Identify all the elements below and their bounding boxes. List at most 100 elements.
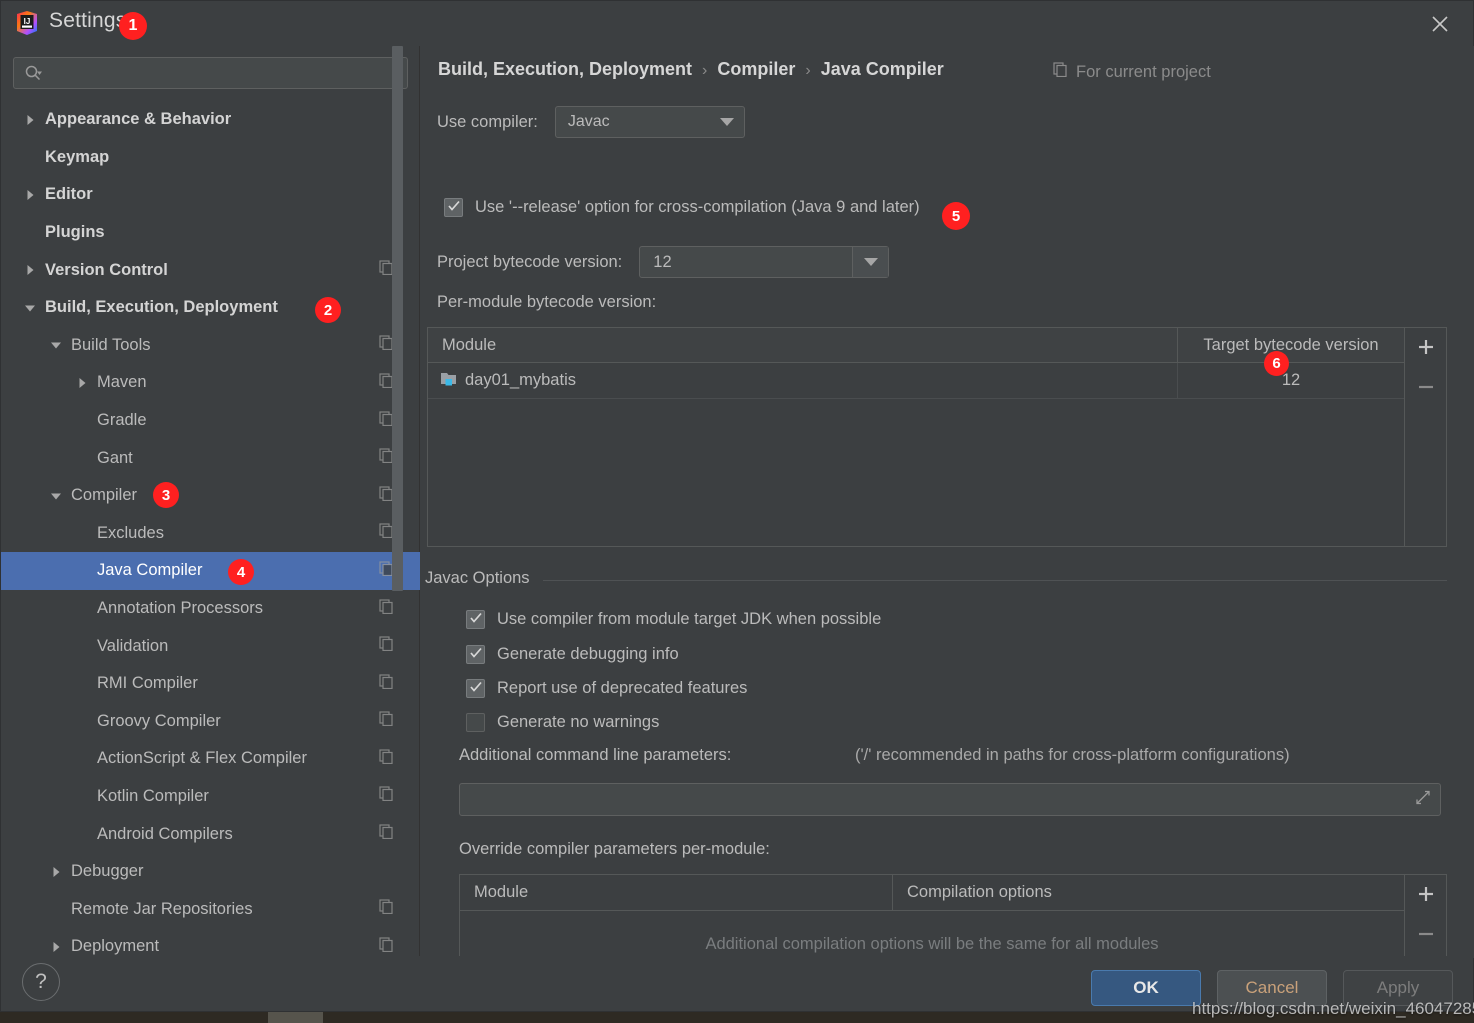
sidebar-item-deployment[interactable]: Deployment [1,928,420,958]
breadcrumb-item-compiler[interactable]: Compiler [717,59,795,80]
sidebar-scrollbar-track[interactable] [392,46,411,903]
module-icon [440,370,457,392]
sidebar-item-version-control[interactable]: Version Control [1,251,420,289]
column-header-module[interactable]: Module [460,875,893,910]
sidebar-item-plugins[interactable]: Plugins [1,214,420,252]
copy-settings-icon[interactable] [379,636,394,656]
option-label: Use compiler from module target JDK when… [497,610,882,628]
use-compiler-row: Use compiler: Javac [437,106,745,138]
table-row[interactable]: day01_mybatis 12 [428,363,1404,399]
option-checkbox[interactable] [466,610,485,629]
triangle-right-icon[interactable] [23,263,37,277]
option-checkbox[interactable] [466,679,485,698]
help-button[interactable]: ? [22,963,60,1001]
release-option-checkbox[interactable] [444,198,463,217]
additional-params-input[interactable] [459,783,1441,816]
project-bytecode-label: Project bytecode version: [437,252,623,271]
column-header-module[interactable]: Module [428,328,1178,362]
sidebar-item-keymap[interactable]: Keymap [1,139,420,177]
column-header-compilation-options[interactable]: Compilation options [893,875,1404,910]
use-compiler-value: Javac [567,113,610,130]
for-current-project-label: For current project [1076,62,1211,81]
triangle-right-icon[interactable] [75,376,89,390]
triangle-right-icon[interactable] [23,113,37,127]
copy-settings-icon[interactable] [379,899,394,919]
per-module-bytecode-label: Per-module bytecode version: [437,293,657,311]
copy-settings-icon[interactable] [379,711,394,731]
expand-icon[interactable] [1413,787,1433,812]
minus-icon[interactable] [1413,374,1439,400]
sidebar-item-annotation-processors[interactable]: Annotation Processors [1,590,420,628]
plus-icon[interactable] [1413,334,1439,360]
option-use-compiler-from-jdk[interactable]: Use compiler from module target JDK when… [466,610,881,629]
copy-settings-icon[interactable] [379,786,394,806]
option-checkbox[interactable] [466,713,485,732]
sidebar-item-actionscript-flex-compiler[interactable]: ActionScript & Flex Compiler [1,740,420,778]
search-input[interactable] [43,65,407,81]
sidebar-scrollbar-thumb[interactable] [392,46,403,591]
intellij-idea-logo-icon: IJ [13,9,41,37]
cell-target-bytecode[interactable]: 12 [1178,363,1404,398]
sidebar-item-kotlin-compiler[interactable]: Kotlin Compiler [1,778,420,816]
sidebar-item-debugger[interactable]: Debugger [1,853,420,891]
triangle-down-icon[interactable] [23,301,37,315]
sidebar-item-label: Build, Execution, Deployment [45,298,278,317]
copy-settings-icon[interactable] [379,937,394,957]
triangle-down-icon[interactable] [49,489,63,503]
use-compiler-select[interactable]: Javac [554,106,745,138]
sidebar-item-label: Annotation Processors [97,599,264,618]
override-table-header: Module Compilation options [460,875,1404,911]
option-report-deprecated[interactable]: Report use of deprecated features [466,679,747,698]
option-checkbox[interactable] [466,645,485,664]
breadcrumb-item-build[interactable]: Build, Execution, Deployment [438,59,692,80]
sidebar-item-groovy-compiler[interactable]: Groovy Compiler [1,703,420,741]
sidebar-item-label: Deployment [71,937,160,956]
release-option-row[interactable]: Use '--release' option for cross-compila… [444,198,920,217]
for-current-project[interactable]: For current project [1053,62,1211,82]
annotation-badge-2: 2 [315,297,341,323]
sidebar-item-build-execution-deployment[interactable]: Build, Execution, Deployment [1,289,420,327]
svg-text:IJ: IJ [24,17,31,26]
option-generate-no-warnings[interactable]: Generate no warnings [466,713,659,732]
minus-icon[interactable] [1413,921,1439,947]
sidebar-item-rmi-compiler[interactable]: RMI Compiler [1,665,420,703]
copy-settings-icon[interactable] [379,598,394,619]
sidebar-item-build-tools[interactable]: Build Tools [1,327,420,365]
release-option-label: Use '--release' option for cross-compila… [475,198,920,216]
sidebar-item-remote-jar-repositories[interactable]: Remote Jar Repositories [1,890,420,928]
dialog-title: Settings [49,9,127,32]
project-bytecode-select[interactable]: 12 [639,246,890,278]
sidebar-item-gant[interactable]: Gant [1,439,420,477]
sidebar-item-validation[interactable]: Validation [1,627,420,665]
annotation-badge-4: 4 [228,559,254,585]
sidebar-item-android-compilers[interactable]: Android Compilers [1,815,420,853]
option-label: Generate no warnings [497,713,660,731]
project-bytecode-value: 12 [653,252,672,271]
sidebar-item-compiler[interactable]: Compiler [1,477,420,515]
triangle-down-icon[interactable] [49,338,63,352]
search-box[interactable] [13,57,408,89]
close-icon[interactable] [1425,9,1455,39]
ok-button[interactable]: OK [1091,970,1201,1006]
option-label: Generate debugging info [497,645,679,663]
sidebar-item-java-compiler[interactable]: Java Compiler [1,552,420,590]
sidebar-item-excludes[interactable]: Excludes [1,515,420,553]
sidebar-item-label: Compiler [71,486,138,505]
column-header-target-bytecode[interactable]: Target bytecode version [1178,328,1404,362]
plus-icon[interactable] [1413,881,1439,907]
chevron-down-icon[interactable] [852,247,889,277]
triangle-right-icon[interactable] [49,940,63,954]
sidebar-item-maven[interactable]: Maven [1,364,420,402]
copy-settings-icon[interactable] [379,674,394,694]
copy-settings-icon[interactable] [379,824,394,844]
settings-dialog: IJ Settings 1 2 3 4 5 6 Appearance & Beh… [0,0,1474,1012]
copy-settings-icon[interactable] [379,749,394,769]
triangle-right-icon[interactable] [49,865,63,879]
sidebar-item-label: Gradle [97,411,147,430]
option-generate-debugging-info[interactable]: Generate debugging info [466,645,679,664]
triangle-right-icon[interactable] [23,188,37,202]
sidebar-item-gradle[interactable]: Gradle [1,402,420,440]
per-module-bytecode-table: Module Target bytecode version day01_myb… [427,327,1447,547]
sidebar-item-editor[interactable]: Editor [1,176,420,214]
sidebar-item-appearance-behavior[interactable]: Appearance & Behavior [1,101,420,139]
